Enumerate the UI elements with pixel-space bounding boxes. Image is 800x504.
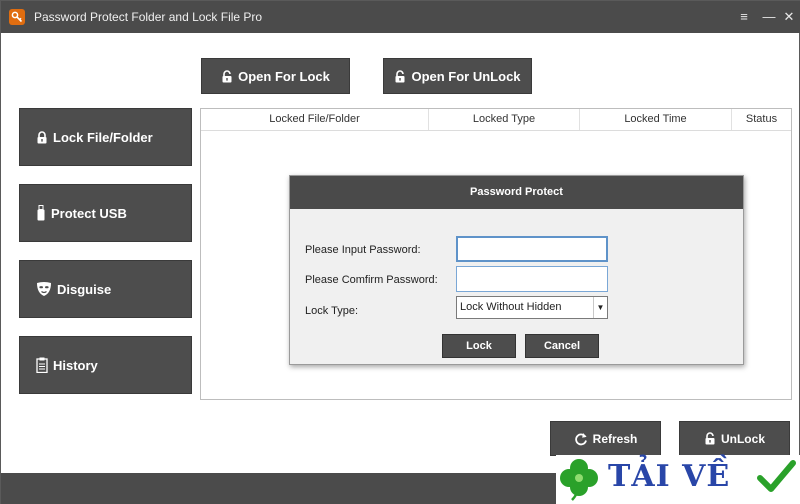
unlock-icon — [395, 69, 405, 82]
menu-icon[interactable]: ≡ — [733, 6, 755, 28]
cancel-button[interactable]: Cancel — [525, 334, 599, 358]
password-input[interactable] — [456, 236, 608, 262]
lock-button[interactable]: Lock — [442, 334, 516, 358]
refresh-button[interactable]: Refresh — [550, 421, 661, 456]
sidebar-item-label: History — [53, 357, 98, 373]
app-window: Password Protect Folder and Lock File Pr… — [0, 0, 800, 504]
open-for-lock-button[interactable]: Open For Lock — [201, 58, 350, 94]
sidebar-item-protect-usb[interactable]: Protect USB — [19, 184, 192, 242]
open-for-unlock-label: Open For UnLock — [411, 68, 521, 84]
password-label: Please Input Password: — [305, 244, 421, 256]
table-header: Locked File/Folder Locked Type Locked Ti… — [201, 109, 791, 131]
lock-type-label: Lock Type: — [305, 305, 358, 317]
sidebar-item-disguise[interactable]: Disguise — [19, 260, 192, 318]
unlock-button[interactable]: UnLock — [679, 421, 790, 456]
column-header-locked-time[interactable]: Locked Time — [580, 109, 732, 130]
sidebar-item-history[interactable]: History — [19, 336, 192, 394]
sidebar-item-label: Disguise — [57, 281, 112, 297]
clipboard-icon — [36, 357, 48, 373]
column-header-locked-type[interactable]: Locked Type — [429, 109, 580, 130]
column-header-locked-file-folder[interactable]: Locked File/Folder — [201, 109, 429, 130]
lock-type-select[interactable]: Lock Without Hidden ▼ — [456, 296, 608, 319]
window-title: Password Protect Folder and Lock File Pr… — [34, 10, 263, 24]
lock-icon — [37, 130, 47, 143]
sidebar-item-lock-file-folder[interactable]: Lock File/Folder — [19, 108, 192, 166]
app-key-icon — [9, 9, 25, 25]
checkmark-icon — [757, 460, 796, 492]
title-bar: Password Protect Folder and Lock File Pr… — [1, 1, 800, 33]
dialog-title: Password Protect — [290, 176, 743, 209]
sidebar-item-label: Protect USB — [51, 205, 127, 221]
open-for-lock-label: Open For Lock — [238, 68, 330, 84]
unlock-icon — [222, 69, 232, 82]
confirm-password-label: Please Comfirm Password: — [305, 274, 438, 286]
refresh-label: Refresh — [592, 431, 638, 446]
lock-type-value: Lock Without Hidden — [460, 301, 562, 313]
chevron-down-icon: ▼ — [593, 297, 607, 318]
minimize-icon[interactable]: — — [758, 6, 780, 28]
clover-icon — [560, 459, 598, 501]
sidebar-item-label: Lock File/Folder — [53, 129, 153, 145]
mask-icon — [37, 282, 51, 296]
confirm-password-input[interactable] — [456, 266, 608, 292]
unlock-icon — [705, 432, 715, 445]
column-header-status[interactable]: Status — [732, 109, 791, 130]
refresh-icon — [574, 432, 587, 445]
usb-icon — [37, 205, 45, 221]
watermark-text: TẢI VỀ — [608, 459, 731, 494]
close-icon[interactable]: ✕ — [778, 6, 800, 28]
watermark-badge: TẢI VỀ — [556, 455, 800, 504]
open-for-unlock-button[interactable]: Open For UnLock — [383, 58, 532, 94]
password-protect-dialog: Password Protect Please Input Password: … — [289, 175, 744, 365]
unlock-label: UnLock — [720, 431, 765, 446]
